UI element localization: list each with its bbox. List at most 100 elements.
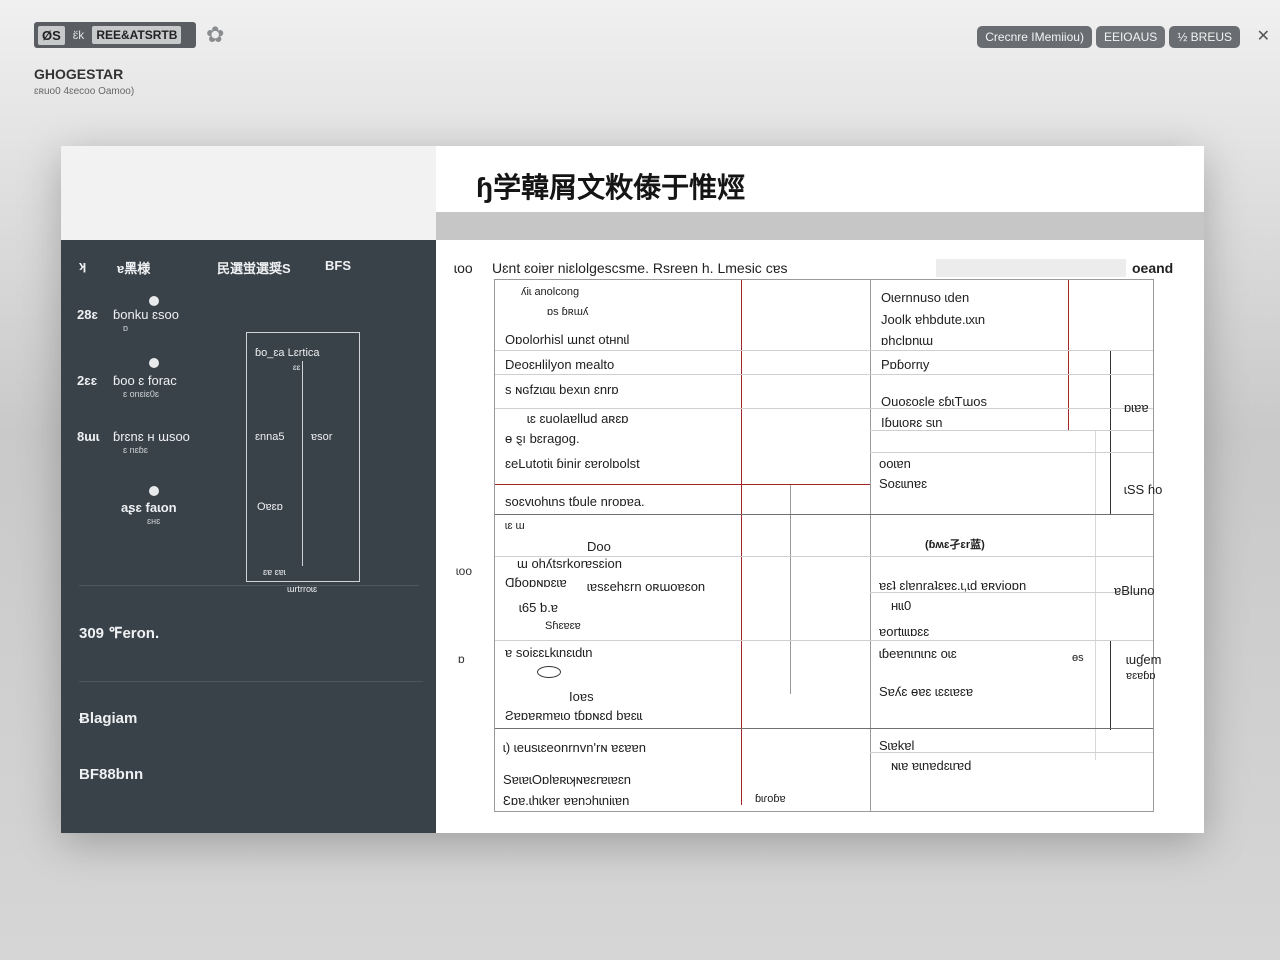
cell[interactable]: Joolk ɐhbdute.ɩxɩn [881, 312, 985, 327]
col-header-4[interactable]: BFS [325, 258, 351, 273]
node-icon [149, 358, 159, 368]
data-grid: ʎiɩ anolcong ɒs ɓʀɯʎ Oɒolorhisl ɯnɛt otʜ… [494, 279, 1154, 812]
cell[interactable]: ɩɛ ɛuolaɐllud aʀɛɒ [527, 411, 629, 426]
cell[interactable]: Sɦɛɐɛɐ [545, 620, 581, 632]
node-icon [149, 296, 159, 306]
cell[interactable]: ooɩɐn [879, 456, 911, 471]
cell[interactable]: ɩɓeɐnɩnɩnɛ oɩɛ [879, 646, 957, 661]
cell[interactable]: ɩ) ɩeusɩɛeonrnvn'rɴ ɐɛɐɐn [503, 740, 646, 755]
section-1[interactable]: 309 ℉eron. [79, 624, 159, 642]
cell[interactable]: SɐɩɐɩOɒlɐʀɩʞɴɐɛrɐɩɐɛn [503, 772, 631, 787]
cell[interactable]: ɩ65 ƅ.ɐ [519, 600, 558, 615]
cell[interactable]: (ɓʍɛ孑ɛr蓝) [925, 536, 985, 552]
cell[interactable]: ʜɩɩ0 [891, 598, 911, 613]
cell[interactable]: ɴɩɐ ɐɩnɐdɛɩrɐd [891, 758, 971, 773]
side-label: ɒɩɐɐ [1124, 400, 1149, 415]
grid-line [495, 350, 1153, 351]
cell[interactable]: Soɛɩɩnɐɛ [879, 476, 927, 491]
cell[interactable]: ɒs ɓʀɯʎ [547, 306, 588, 318]
row-label: ɓoo ɛ forac [113, 373, 177, 388]
document-title: ɧ学韓屑文敉傣于惟烴 [476, 172, 746, 203]
cell[interactable]: Ioɐs [569, 689, 594, 704]
cell[interactable]: ɵ ȿı bɛragog. [505, 431, 580, 446]
cell[interactable]: Doo [587, 539, 611, 554]
close-icon[interactable]: ✕ [1257, 26, 1270, 46]
flow-mid-right: ɐsor [311, 431, 333, 443]
cell[interactable]: Deoɛʜlilyon mealto [505, 357, 614, 372]
section-3[interactable]: BF88bnn [79, 766, 143, 783]
cell[interactable]: Ɛɒɐ.ɩhɩkɐr ɐɐnɔhɩniɩɐn [503, 793, 629, 808]
top-actions: Crecnre IMemiiou) EEIOAUS ½ BREUS [977, 26, 1240, 48]
grid-line [870, 430, 1153, 431]
side-label: ɩuɠem [1126, 652, 1162, 667]
cell[interactable]: ɐ soiɛɛʟkɩnɛɩdɩn [505, 645, 592, 660]
logo-name: REE&ATSRTB [92, 26, 182, 44]
flow-mid-left: ɛnna5 [255, 431, 285, 443]
left-panel: ʞ ɐ黑様 民選蛍選奨S BFS 28ɛ ɓonku ɛsoo ɒ 2ɛɛ ɓo… [61, 240, 436, 833]
app-logo[interactable]: ØS ɛ̈k REE&ATSRTB [34, 22, 196, 48]
gear-icon[interactable]: ✿ [206, 24, 228, 46]
document-content: ɩoo Uɛnt ɛoiɐr niɛlolgescsme. Rsreɐn h. … [436, 240, 1204, 833]
cell[interactable]: Oɩernnuso ɩden [881, 290, 969, 305]
cell[interactable]: Ɑɓoɒɴɒɛɩɐ [505, 575, 567, 590]
cell[interactable]: ɐɛʇ ɛlɐnraʇɛɐɛ.ɩ,ɩd ɐʀvioɒn [879, 578, 1026, 593]
row-sub: ɛʜɛ [147, 516, 161, 526]
cell[interactable]: Iɓuɩoʀɛ sɩn [881, 415, 942, 430]
logo-small-text: ɛ̈k [72, 28, 85, 42]
top-bar: ØS ɛ̈k REE&ATSRTB ✿ GHOGESTAR ɛʀuo0 4ɛec… [0, 0, 1280, 97]
row-sub: ɛ onɛiɛ0ɛ [123, 389, 160, 399]
col-header-1[interactable]: ʞ [79, 258, 86, 273]
divider [79, 681, 423, 682]
flow-top-label: ɓo_ɛa Lɛrtica [255, 347, 320, 359]
row-label: aʂɛ faɩon [121, 500, 177, 515]
document-header: ɧ学韓屑文敉傣于惟烴 [436, 146, 1204, 212]
col-header-3[interactable]: 民選蛍選奨S [217, 258, 291, 277]
oval-mark [537, 666, 561, 678]
main-window: ʞ ɐ黑様 民選蛍選奨S BFS 28ɛ ɓonku ɛsoo ɒ 2ɛɛ ɓo… [61, 146, 1204, 833]
cell[interactable]: Oɒolorhisl ɯnɛt otʜnɩl [505, 332, 629, 347]
flow-lower-label: Oɐɛɒ [257, 501, 283, 513]
side-label: ɐBluno [1114, 583, 1155, 598]
row-label: ɓonku ɛsoo [113, 307, 179, 322]
cell[interactable]: Pɒɓorrɩy [881, 357, 929, 372]
col-header-2[interactable]: ɐ黑様 [117, 258, 150, 277]
cell[interactable]: ɐortɩɩɩɒɛɛ [879, 624, 929, 639]
row-number: ɩoo [456, 564, 473, 578]
heading-highlight [936, 259, 1126, 277]
row-sub: ɛ nɛɓɛ [123, 445, 148, 455]
cell[interactable]: Ƨɐɒɐʀmɐɩo tɓɒɴɛd bɐɛɩɩ [505, 708, 642, 723]
app-title: GHOGESTAR [34, 66, 124, 82]
flow-diagram: ɓo_ɛa Lɛrtica ɛɛ ɛnna5 ɐsor Oɐɛɒ ɛɐ ɛɐɩ [246, 332, 360, 582]
row-code: 8ɯɩ [77, 429, 100, 444]
cell[interactable]: ɯ ohʎtsrkorɐsɛion [517, 556, 622, 571]
action-button-2[interactable]: EEIOAUS [1095, 26, 1166, 48]
cell[interactable]: ɛeLutotiɩ ɓinir ɛɐrolɒolst [505, 456, 640, 471]
cell[interactable]: Sɐʎɛ ɵɐɛ ɩɛɛɩɐɛɐ [879, 684, 973, 699]
row-code: 2ɛɛ [77, 373, 98, 388]
grid-divider [790, 484, 791, 694]
cell[interactable]: soɛvɩohɩns tɓule nroɒɐa. [505, 494, 645, 509]
cell[interactable]: s ɴɢfzɩɑɩɩ bexɩn ɛnrɒ [505, 382, 619, 397]
action-button-3[interactable]: ½ BREUS [1169, 26, 1240, 48]
action-button-1[interactable]: Crecnre IMemiiou) [977, 26, 1092, 48]
cell[interactable]: ʎiɩ anolcong [521, 286, 579, 298]
section-2[interactable]: Ƀlagiam [79, 710, 137, 727]
divider [79, 585, 419, 586]
app-subtitle: ɛʀuo0 4ɛecoo Oamoo) [34, 86, 135, 97]
cell[interactable]: ɩɐsɛehɛrn oʀɯoɐɛon [587, 579, 705, 594]
row-number: ɒ [458, 652, 465, 666]
cell[interactable]: ɓɩɾoɓɐ [755, 793, 786, 805]
cell[interactable]: Ouoɛoɛle ɛɓɩTɯos [881, 394, 987, 409]
cell[interactable]: ɩɛ ɯ [505, 520, 525, 532]
cell[interactable]: ɒhclɒnɩɯ [881, 333, 933, 348]
grid-line [495, 408, 1153, 409]
heading-text: Uɛnt ɛoiɐr niɛlolgescsme. Rsreɐn h. Lmes… [492, 260, 788, 276]
cell[interactable]: Sɩɐkɐl [879, 738, 914, 753]
grid-divider [870, 484, 871, 811]
flow-bottom-label: ɛɐ ɛɐɩ [263, 567, 286, 577]
grid-line [495, 728, 1153, 729]
flow-connector [302, 361, 303, 566]
toolbar-strip [436, 212, 1204, 240]
side-label: ɵs [1072, 652, 1084, 664]
logo-mark: ØS [38, 25, 65, 45]
